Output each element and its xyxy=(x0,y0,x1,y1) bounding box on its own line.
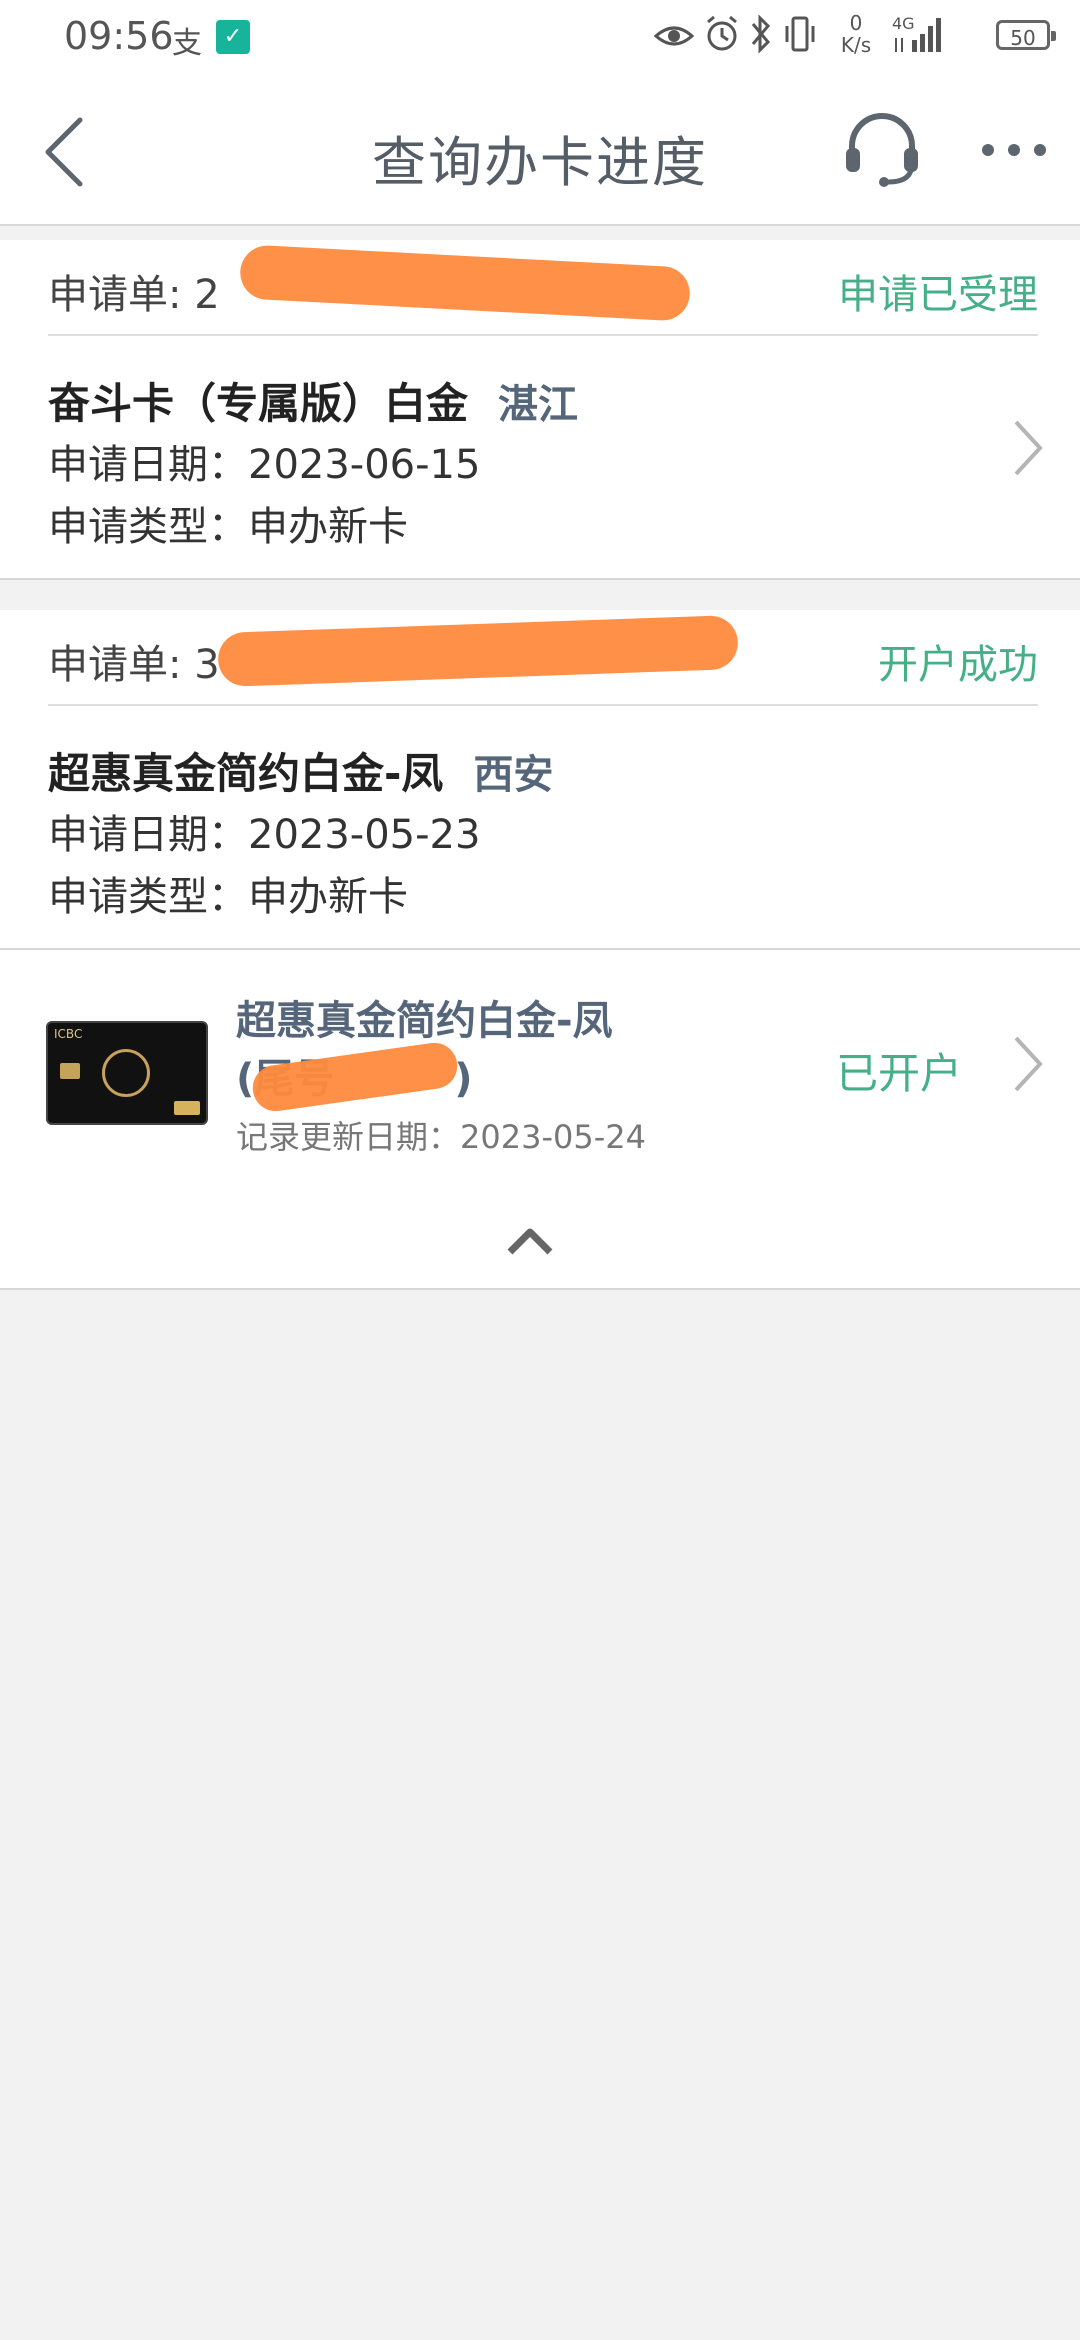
record-update-date: 记录更新日期：2023-05-24 xyxy=(236,1118,646,1156)
icbc-logo: ICBC xyxy=(54,1027,83,1041)
redaction-mark xyxy=(238,244,692,322)
net-speed-value: 0 xyxy=(849,11,863,35)
card-network-logo xyxy=(174,1101,200,1115)
opened-status: 已开户 xyxy=(836,1049,963,1098)
application-card[interactable]: 申请单: 2 申请已受理 奋斗卡（专属版）白金 湛江 申请日期：2023-06-1… xyxy=(0,240,1080,580)
card-city: 湛江 xyxy=(498,382,579,428)
battery-icon: 50 xyxy=(996,20,1056,50)
application-type: 申请类型：申办新卡 xyxy=(48,504,408,550)
net-speed: 0 K/s xyxy=(836,12,876,56)
signal-icon xyxy=(895,18,941,52)
more-button[interactable] xyxy=(974,122,1054,178)
application-date: 申请日期：2023-06-15 xyxy=(48,442,481,488)
top-nav-bar: 查询办卡进度 xyxy=(0,78,1080,226)
card-name: 超惠真金简约白金-凤 西安 xyxy=(48,740,553,801)
application-number: 2 xyxy=(194,272,220,318)
redaction-mark xyxy=(217,614,739,688)
mi-app-icon: ✓ xyxy=(216,20,250,54)
bluetooth-icon xyxy=(751,14,771,54)
application-label-text: 申请单: xyxy=(48,642,182,688)
chevron-up-icon[interactable] xyxy=(506,1220,554,1260)
status-time: 09:56 xyxy=(64,14,174,58)
alarm-icon xyxy=(707,15,737,51)
application-number: 3 xyxy=(194,642,220,688)
chevron-right-icon[interactable] xyxy=(1008,1032,1048,1096)
battery-level: 50 xyxy=(1010,26,1036,50)
application-date: 申请日期：2023-05-23 xyxy=(48,812,481,858)
card-name-text: 奋斗卡（专属版）白金 xyxy=(48,379,469,428)
card-chip xyxy=(60,1063,80,1079)
application-number-label: 申请单: 3 xyxy=(48,632,220,690)
net-speed-unit: K/s xyxy=(840,33,872,57)
eye-icon xyxy=(654,26,694,46)
more-dots-icon xyxy=(982,144,1046,156)
application-number-label: 申请单: 2 xyxy=(48,262,220,320)
headset-icon xyxy=(846,113,918,187)
card-city: 西安 xyxy=(473,752,554,798)
application-card: 申请单: 3 开户成功 超惠真金简约白金-凤 西安 申请日期：2023-05-23… xyxy=(0,610,1080,950)
application-type: 申请类型：申办新卡 xyxy=(48,874,408,920)
vibrate-icon xyxy=(785,16,815,52)
chevron-right-icon[interactable] xyxy=(1008,416,1048,480)
application-label-text: 申请单: xyxy=(48,272,182,318)
card-name-text: 超惠真金简约白金-凤 xyxy=(48,749,444,798)
application-header: 申请单: 2 申请已受理 xyxy=(48,240,1038,336)
opened-card-name: 超惠真金简约白金-凤 xyxy=(236,998,613,1044)
collapse-bar[interactable] xyxy=(0,1194,1080,1290)
card-name: 奋斗卡（专属版）白金 湛江 xyxy=(48,370,578,431)
card-thumbnail: ICBC xyxy=(46,1021,208,1125)
application-status: 开户成功 xyxy=(878,642,1038,688)
status-bar: 09:56 支 ✓ 0 K/s 4G 50 xyxy=(0,0,1080,78)
application-status: 申请已受理 xyxy=(838,272,1038,318)
application-header: 申请单: 3 开户成功 xyxy=(48,610,1038,706)
alipay-icon: 支 xyxy=(172,26,202,61)
customer-service-button[interactable] xyxy=(842,108,922,188)
phoenix-emblem xyxy=(102,1049,150,1097)
